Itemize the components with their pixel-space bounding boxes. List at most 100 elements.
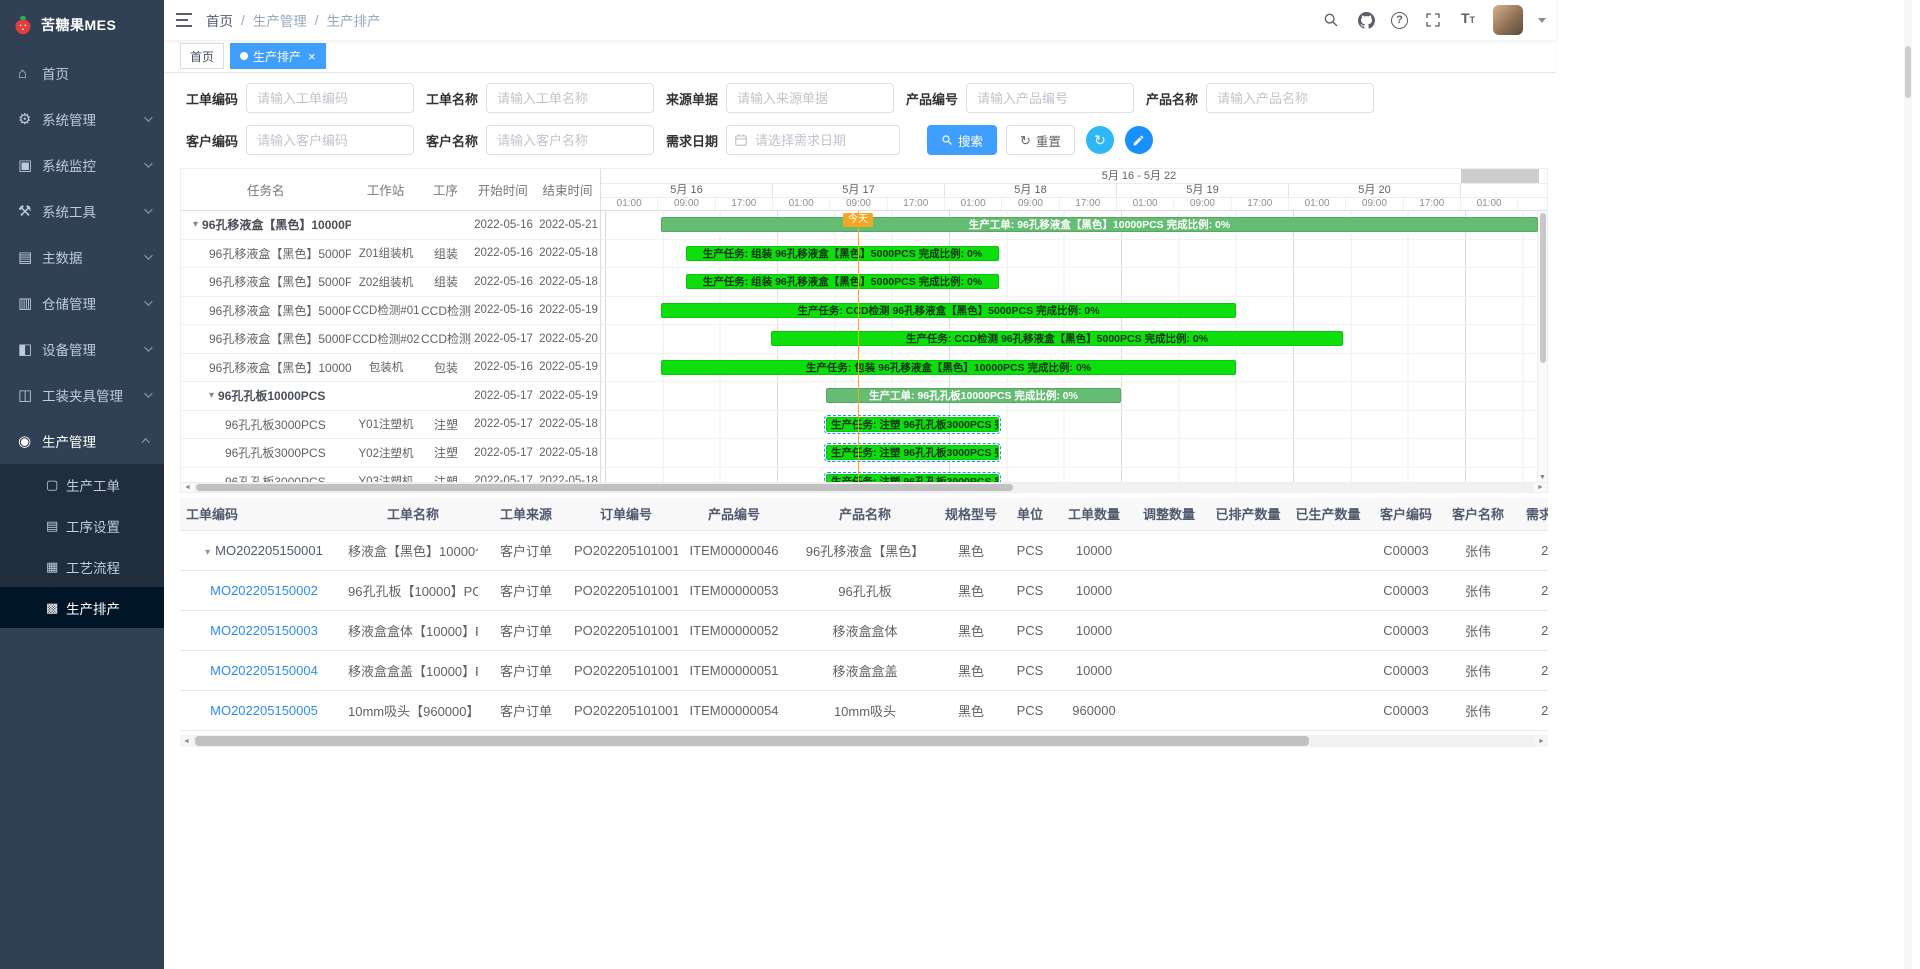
process-flow-icon: ▦ xyxy=(46,559,66,575)
breadcrumb-scheduling[interactable]: 生产排产 xyxy=(327,10,381,30)
close-icon[interactable]: × xyxy=(308,50,316,63)
gantt-task-row[interactable]: 96孔移液盒【黑色】10000PCS 包装机包装2022-05-162022-0… xyxy=(181,354,600,383)
gantt-bar-task[interactable]: 生产任务: CCD检测 96孔移液盒【黑色】5000PCS 完成比例: 0% xyxy=(661,303,1236,318)
sidebar-item-process-settings[interactable]: ▤ 工序设置 xyxy=(0,505,164,546)
page-scrollbar[interactable] xyxy=(1904,0,1912,969)
breadcrumb-production-mgmt[interactable]: 生产管理 xyxy=(253,10,307,30)
scroll-left-arrow[interactable]: ◄ xyxy=(181,484,194,491)
gantt-bar-task[interactable]: 生产任务: 组装 96孔移液盒【黑色】5000PCS 完成比例: 0% xyxy=(686,246,999,261)
breadcrumb-home[interactable]: 首页 xyxy=(206,10,233,30)
work-order-link[interactable]: MO202205150005 xyxy=(210,703,318,718)
collapse-caret-icon[interactable]: ▾ xyxy=(193,219,198,230)
filter-item-order-code: 工单编码 xyxy=(186,83,426,113)
gantt-bar-task-selected[interactable]: 生产任务: 注塑 96孔孔板3000PCS 完成比例: 0% xyxy=(826,417,999,432)
gantt-bar-task-selected[interactable]: 生产任务: 注塑 96孔孔板3000PCS 完成比例: 0% xyxy=(826,474,999,483)
gantt-task-row[interactable]: 96孔移液盒【黑色】5000PCS CCD检测#01CCD检测2022-05-1… xyxy=(181,297,600,326)
order-code-input[interactable] xyxy=(246,83,414,113)
avatar[interactable] xyxy=(1493,5,1523,35)
collapse-caret-icon[interactable]: ▾ xyxy=(209,390,214,401)
time-tick: 09:00 xyxy=(830,198,887,210)
scroll-down-arrow[interactable]: ▼ xyxy=(1538,474,1547,481)
gantt-bar-workorder[interactable]: 生产工单: 96孔孔板10000PCS 完成比例: 0% xyxy=(826,388,1121,403)
gantt-task-row[interactable]: 96孔孔板3000PCS Y01注塑机注塑2022-05-172022-05-1… xyxy=(181,411,600,440)
gantt-bar-task[interactable]: 生产任务: 包装 96孔移液盒【黑色】10000PCS 完成比例: 0% xyxy=(661,360,1236,375)
gantt-task-row[interactable]: 96孔移液盒【黑色】5000PCS CCD检测#02CCD检测2022-05-1… xyxy=(181,325,600,354)
reset-button[interactable]: ↻ 重置 xyxy=(1006,125,1075,155)
gantt-task-row[interactable]: ▾96孔孔板10000PCS 2022-05-172022-05-19 xyxy=(181,382,600,411)
table-row[interactable]: MO202205150004 移液盒盒盖【10000】PCS客户订单PO2022… xyxy=(180,650,1548,690)
chevron-down-icon[interactable] xyxy=(1538,18,1546,23)
table-row[interactable]: ▾MO202205150001 移液盒【黑色】10000个客户订单PO20220… xyxy=(180,530,1548,570)
gantt-bar-task-selected[interactable]: 生产任务: 注塑 96孔孔板3000PCS 完成比例: 0% xyxy=(826,445,999,460)
sidebar-item-system-monitor[interactable]: ▣ 系统监控 xyxy=(0,142,164,188)
gantt-vertical-scrollbar[interactable]: ▼ xyxy=(1537,211,1547,482)
filter-row-1: 工单编码 工单名称 来源单据 产品编号 产品名称 xyxy=(186,83,1386,113)
scrollbar-thumb[interactable] xyxy=(1905,46,1911,98)
chevron-down-icon xyxy=(144,343,152,351)
github-icon[interactable] xyxy=(1356,10,1376,30)
search-button[interactable]: 搜索 xyxy=(927,125,997,155)
due-date-input[interactable] xyxy=(726,125,900,155)
order-name-input[interactable] xyxy=(486,83,654,113)
gantt-bar-task[interactable]: 生产任务: CCD检测 96孔移液盒【黑色】5000PCS 完成比例: 0% xyxy=(771,331,1343,346)
help-icon[interactable]: ? xyxy=(1391,12,1408,29)
refresh-button[interactable]: ↻ xyxy=(1086,126,1114,154)
work-order-link[interactable]: MO202205150004 xyxy=(210,663,318,678)
sidebar-item-production-mgmt[interactable]: ◉ 生产管理 xyxy=(0,418,164,464)
font-size-icon[interactable]: TT xyxy=(1458,10,1478,30)
sidebar-item-home[interactable]: ⌂ 首页 xyxy=(0,50,164,96)
gantt-bar-workorder[interactable]: 生产工单: 96孔移液盒【黑色】10000PCS 完成比例: 0% xyxy=(661,217,1538,232)
fixture-icon: ◫ xyxy=(18,386,42,404)
table-row[interactable]: MO202205150005 10mm吸头【960000】PCS客户订单PO20… xyxy=(180,690,1548,730)
sidebar-item-warehouse-mgmt[interactable]: ▥ 仓储管理 xyxy=(0,280,164,326)
work-order-link[interactable]: MO202205150003 xyxy=(210,623,318,638)
edit-button[interactable] xyxy=(1125,126,1153,154)
sidebar-item-process-flow[interactable]: ▦ 工艺流程 xyxy=(0,546,164,587)
monitor-icon: ▣ xyxy=(18,156,42,174)
time-tick: 17:00 xyxy=(888,198,945,210)
menu-toggle-icon[interactable] xyxy=(176,13,192,27)
active-dot-icon xyxy=(240,52,248,60)
work-order-link[interactable]: MO202205150001 xyxy=(215,543,323,558)
production-submenu: ▢ 生产工单 ▤ 工序设置 ▦ 工艺流程 ▩ 生产排产 xyxy=(0,464,164,628)
table-row[interactable]: MO202205150003 移液盒盒体【10000】PCS客户订单PO2022… xyxy=(180,610,1548,650)
gantt-task-row[interactable]: 96孔移液盒【黑色】5000PCS Z01组装机组装2022-05-162022… xyxy=(181,240,600,269)
scroll-left-arrow[interactable]: ◄ xyxy=(180,738,193,745)
product-code-input[interactable] xyxy=(966,83,1134,113)
gantt-bar-task[interactable]: 生产任务: 组装 96孔移液盒【黑色】5000PCS 完成比例: 0% xyxy=(686,274,999,289)
scroll-right-arrow[interactable]: ► xyxy=(1534,484,1547,491)
sidebar-item-system-mgmt[interactable]: ⚙ 系统管理 xyxy=(0,96,164,142)
gantt-task-row[interactable]: 96孔孔板3000PCS Y02注塑机注塑2022-05-172022-05-1… xyxy=(181,439,600,468)
calendar-icon xyxy=(734,133,748,152)
sidebar-item-equipment-mgmt[interactable]: ◧ 设备管理 xyxy=(0,326,164,372)
gantt-task-row[interactable]: 96孔孔板3000PCS Y03注塑机注塑2022-05-172022-05-1… xyxy=(181,468,600,483)
gantt-task-row[interactable]: 96孔移液盒【黑色】5000PCS Z02组装机组装2022-05-162022… xyxy=(181,268,600,297)
scrollbar-thumb[interactable] xyxy=(196,484,1013,491)
product-name-input[interactable] xyxy=(1206,83,1374,113)
expand-caret-icon[interactable]: ▾ xyxy=(205,547,210,558)
table-horizontal-scrollbar[interactable]: ◄ ► xyxy=(180,735,1548,747)
source-doc-input[interactable] xyxy=(726,83,894,113)
sidebar-item-system-tools[interactable]: ⚒ 系统工具 xyxy=(0,188,164,234)
customer-name-input[interactable] xyxy=(486,125,654,155)
scroll-right-arrow[interactable]: ► xyxy=(1535,738,1548,745)
gantt-task-row[interactable]: ▾96孔移液盒【黑色】10000PCS 2022-05-162022-05-21 xyxy=(181,211,600,240)
tab-scheduling[interactable]: 生产排产 × xyxy=(230,43,326,69)
app-logo: 苦糖果MES xyxy=(0,0,164,50)
gantt-horizontal-scrollbar[interactable]: ◄ ► xyxy=(181,482,1547,492)
gantt-chart[interactable]: 今天 生产工单: 96孔移液盒【黑色】10000PCS 完成比例: 0% 生产任… xyxy=(601,211,1547,482)
sidebar-item-master-data[interactable]: ▤ 主数据 xyxy=(0,234,164,280)
scrollbar-thumb[interactable] xyxy=(1540,213,1546,363)
search-icon[interactable] xyxy=(1321,10,1341,30)
sidebar-item-fixture-mgmt[interactable]: ◫ 工装夹具管理 xyxy=(0,372,164,418)
customer-code-input[interactable] xyxy=(246,125,414,155)
time-tick: 01:00 xyxy=(1461,198,1518,210)
col-order-source: 工单来源 xyxy=(478,498,574,530)
table-row[interactable]: MO202205150002 96孔孔板【10000】PCS客户订单PO2022… xyxy=(180,570,1548,610)
sidebar-item-work-order[interactable]: ▢ 生产工单 xyxy=(0,464,164,505)
sidebar-item-scheduling[interactable]: ▩ 生产排产 xyxy=(0,587,164,628)
fullscreen-icon[interactable] xyxy=(1423,10,1443,30)
tab-home[interactable]: 首页 xyxy=(180,43,224,69)
work-order-link[interactable]: MO202205150002 xyxy=(210,583,318,598)
scrollbar-thumb[interactable] xyxy=(195,736,1309,746)
